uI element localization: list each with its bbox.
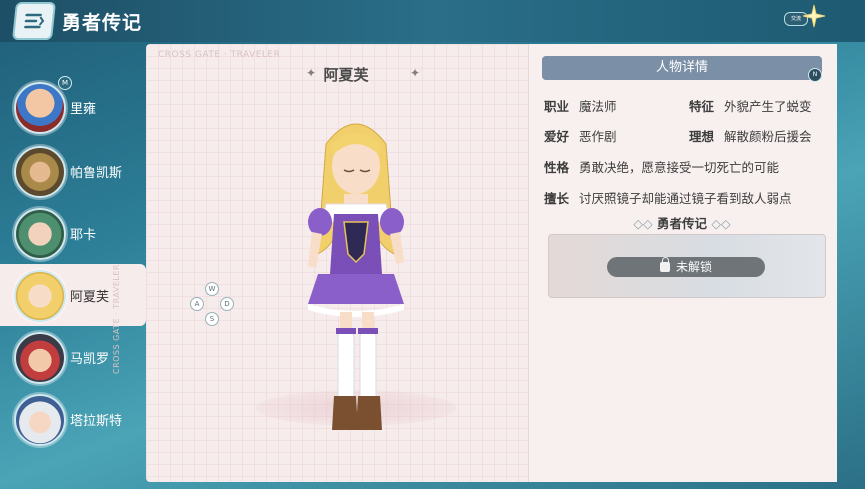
- sparkle-icon[interactable]: [802, 4, 826, 28]
- avatar: [14, 82, 66, 134]
- sidebar-item-label: 帕鲁凯斯: [70, 166, 123, 181]
- personality-label: 性格: [544, 160, 570, 175]
- avatar: [14, 208, 66, 260]
- sidebar-item-yeka[interactable]: 耶卡: [0, 204, 146, 262]
- unlock-label: 未解锁: [675, 260, 712, 274]
- character-model[interactable]: [286, 104, 426, 434]
- sidebar-item-label: 马凯罗: [70, 352, 110, 367]
- avatar: [14, 270, 66, 322]
- top-bar: 勇者传记 交流: [0, 0, 865, 42]
- details-header: 人物详情: [542, 56, 822, 80]
- sidebar-item-liyong[interactable]: M 里雍: [0, 76, 146, 136]
- m-badge: M: [58, 76, 72, 90]
- job-label: 职业: [544, 99, 570, 114]
- ornament-right-icon: ◇◇: [711, 216, 731, 231]
- wasd-control[interactable]: W A D S: [188, 282, 234, 328]
- sidebar-item-axiafu[interactable]: 阿夏芙: [0, 264, 146, 326]
- watermark-vertical: CROSS GATE · TRAVELER: [112, 264, 121, 374]
- sidebar-item-label: 阿夏芙: [70, 290, 110, 305]
- avatar: [14, 332, 66, 384]
- avatar: [14, 146, 66, 198]
- diamond-right-icon: ✦: [410, 66, 421, 80]
- n-badge: N: [808, 68, 822, 82]
- d-key[interactable]: D: [220, 297, 234, 311]
- hobby-row: 爱好 恶作剧: [544, 126, 617, 145]
- a-key[interactable]: A: [190, 297, 204, 311]
- skill-value: 讨厌照镜子却能通过镜子看到敌人弱点: [579, 191, 792, 206]
- avatar: [14, 394, 66, 446]
- trait-value: 外貌产生了蜕变: [724, 99, 812, 114]
- w-key[interactable]: W: [205, 282, 219, 296]
- ideal-label: 理想: [689, 129, 715, 144]
- trait-row: 特征 外貌产生了蜕变: [689, 96, 812, 115]
- character-sidebar: M 里雍 帕鲁凯斯 耶卡 阿夏芙 马凯罗 塔拉斯特: [0, 42, 146, 482]
- sidebar-item-label: 耶卡: [70, 228, 97, 243]
- character-name: 阿夏芙: [323, 66, 369, 84]
- ideal-value: 解散颜粉后援会: [724, 129, 812, 144]
- sidebar-item-label: 塔拉斯特: [70, 414, 123, 429]
- job-value: 魔法师: [579, 99, 617, 114]
- hobby-value: 恶作剧: [579, 129, 617, 144]
- sidebar-item-palukaisi[interactable]: 帕鲁凯斯: [0, 142, 146, 200]
- page-title: 勇者传记: [62, 12, 143, 34]
- lock-icon: [659, 257, 670, 272]
- legend-card[interactable]: 未解锁: [548, 234, 826, 298]
- back-button[interactable]: [14, 4, 54, 38]
- skill-label: 擅长: [544, 191, 570, 206]
- back-arrow-icon: [24, 13, 45, 29]
- legend-title: ◇◇ 勇者传记 ◇◇: [542, 213, 822, 232]
- sidebar-item-makailuo[interactable]: 马凯罗: [0, 328, 146, 386]
- personality-value: 勇敢决绝，愿意接受一切死亡的可能: [579, 160, 780, 175]
- sidebar-item-talasite[interactable]: 塔拉斯特: [0, 390, 146, 448]
- unlock-button[interactable]: 未解锁: [607, 257, 765, 277]
- ideal-row: 理想 解散颜粉后援会: [689, 126, 812, 145]
- watermark: CROSS GATE · TRAVELER: [158, 50, 281, 60]
- sidebar-item-label: 里雍: [70, 102, 97, 117]
- s-key[interactable]: S: [205, 312, 219, 326]
- legend-title-text: 勇者传记: [656, 216, 707, 231]
- personality-row: 性格 勇敢决绝，愿意接受一切死亡的可能: [544, 157, 779, 176]
- hobby-label: 爱好: [544, 129, 570, 144]
- trait-label: 特征: [689, 99, 715, 114]
- job-row: 职业 魔法师: [544, 96, 617, 115]
- ornament-left-icon: ◇◇: [633, 216, 653, 231]
- main-panel: CROSS GATE · TRAVELER CROSS GATE · TRAVE…: [112, 44, 837, 482]
- skill-row: 擅长 讨厌照镜子却能通过镜子看到敌人弱点: [544, 188, 792, 207]
